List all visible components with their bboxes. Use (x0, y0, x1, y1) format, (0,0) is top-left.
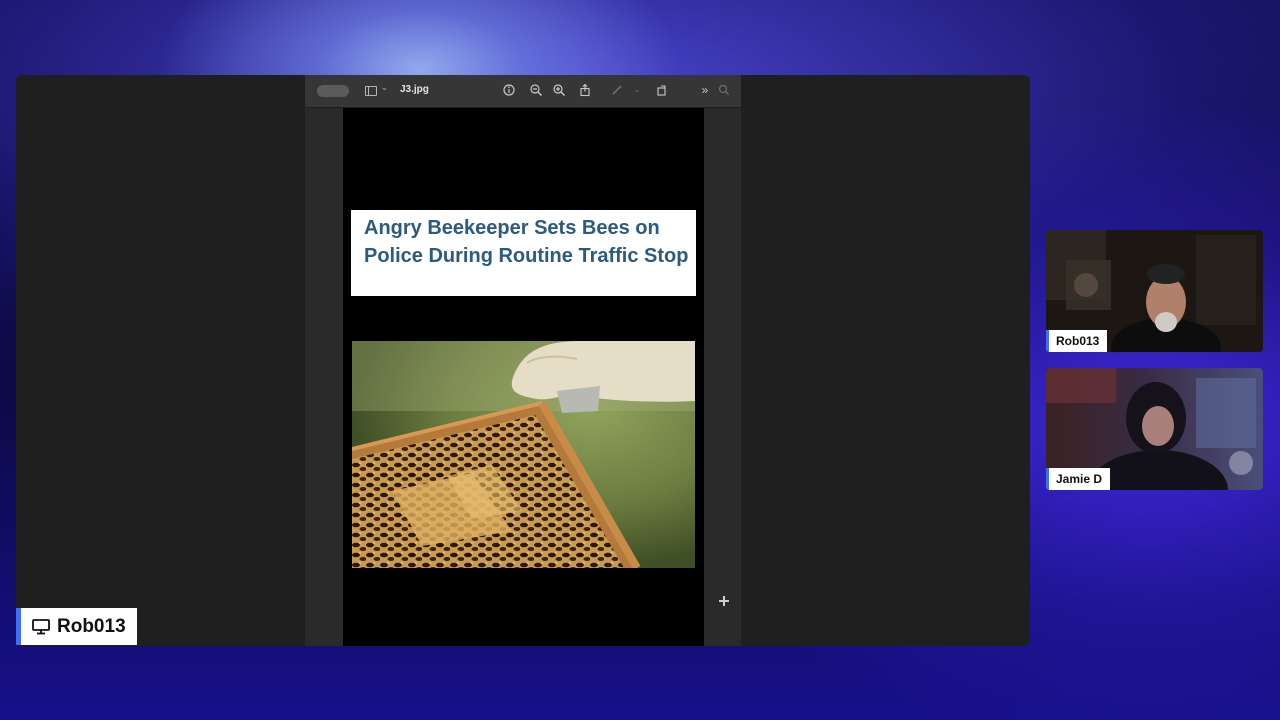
monitor-icon (32, 619, 50, 635)
rotate-icon[interactable] (655, 83, 669, 97)
pen-menu-chevron-icon[interactable]: ⌄ (630, 83, 644, 97)
document-page: Angry Beekeeper Sets Bees on Police Duri… (343, 108, 704, 646)
search-icon[interactable] (717, 83, 731, 97)
file-title: J3.jpg (400, 84, 429, 95)
participant-video-tile[interactable]: Rob013 (1046, 230, 1263, 352)
crosshair-cursor-icon (719, 596, 729, 606)
presenter-name: Rob013 (57, 616, 126, 637)
pen-icon[interactable] (610, 83, 624, 97)
beehive-frame-illustration (352, 341, 695, 568)
shared-screen-stage: ⌄ J3.jpg ⌄ » Angry Beekeeper Sets Bees o… (16, 75, 1030, 646)
participant-name-tag: Rob013 (1046, 330, 1108, 352)
chevron-double-right-icon[interactable]: » (698, 83, 712, 97)
sidebar-icon[interactable]: ⌄ (365, 83, 391, 98)
window-controls[interactable] (317, 85, 349, 97)
zoom-out-icon[interactable] (529, 83, 543, 97)
headline-box: Angry Beekeeper Sets Bees on Police Duri… (351, 210, 696, 296)
info-icon[interactable] (502, 83, 516, 97)
beekeeping-photo (352, 341, 695, 568)
zoom-in-icon[interactable] (552, 83, 566, 97)
share-icon[interactable] (578, 83, 592, 97)
viewer-toolbar: ⌄ J3.jpg ⌄ » (305, 75, 741, 108)
participant-name-tag: Jamie D (1046, 468, 1111, 490)
headline: Angry Beekeeper Sets Bees on Police Duri… (364, 217, 689, 267)
image-viewer-window: ⌄ J3.jpg ⌄ » Angry Beekeeper Sets Bees o… (305, 75, 741, 646)
presenter-name-tag: Rob013 (16, 608, 137, 645)
participant-video-tile[interactable]: Jamie D (1046, 368, 1263, 490)
